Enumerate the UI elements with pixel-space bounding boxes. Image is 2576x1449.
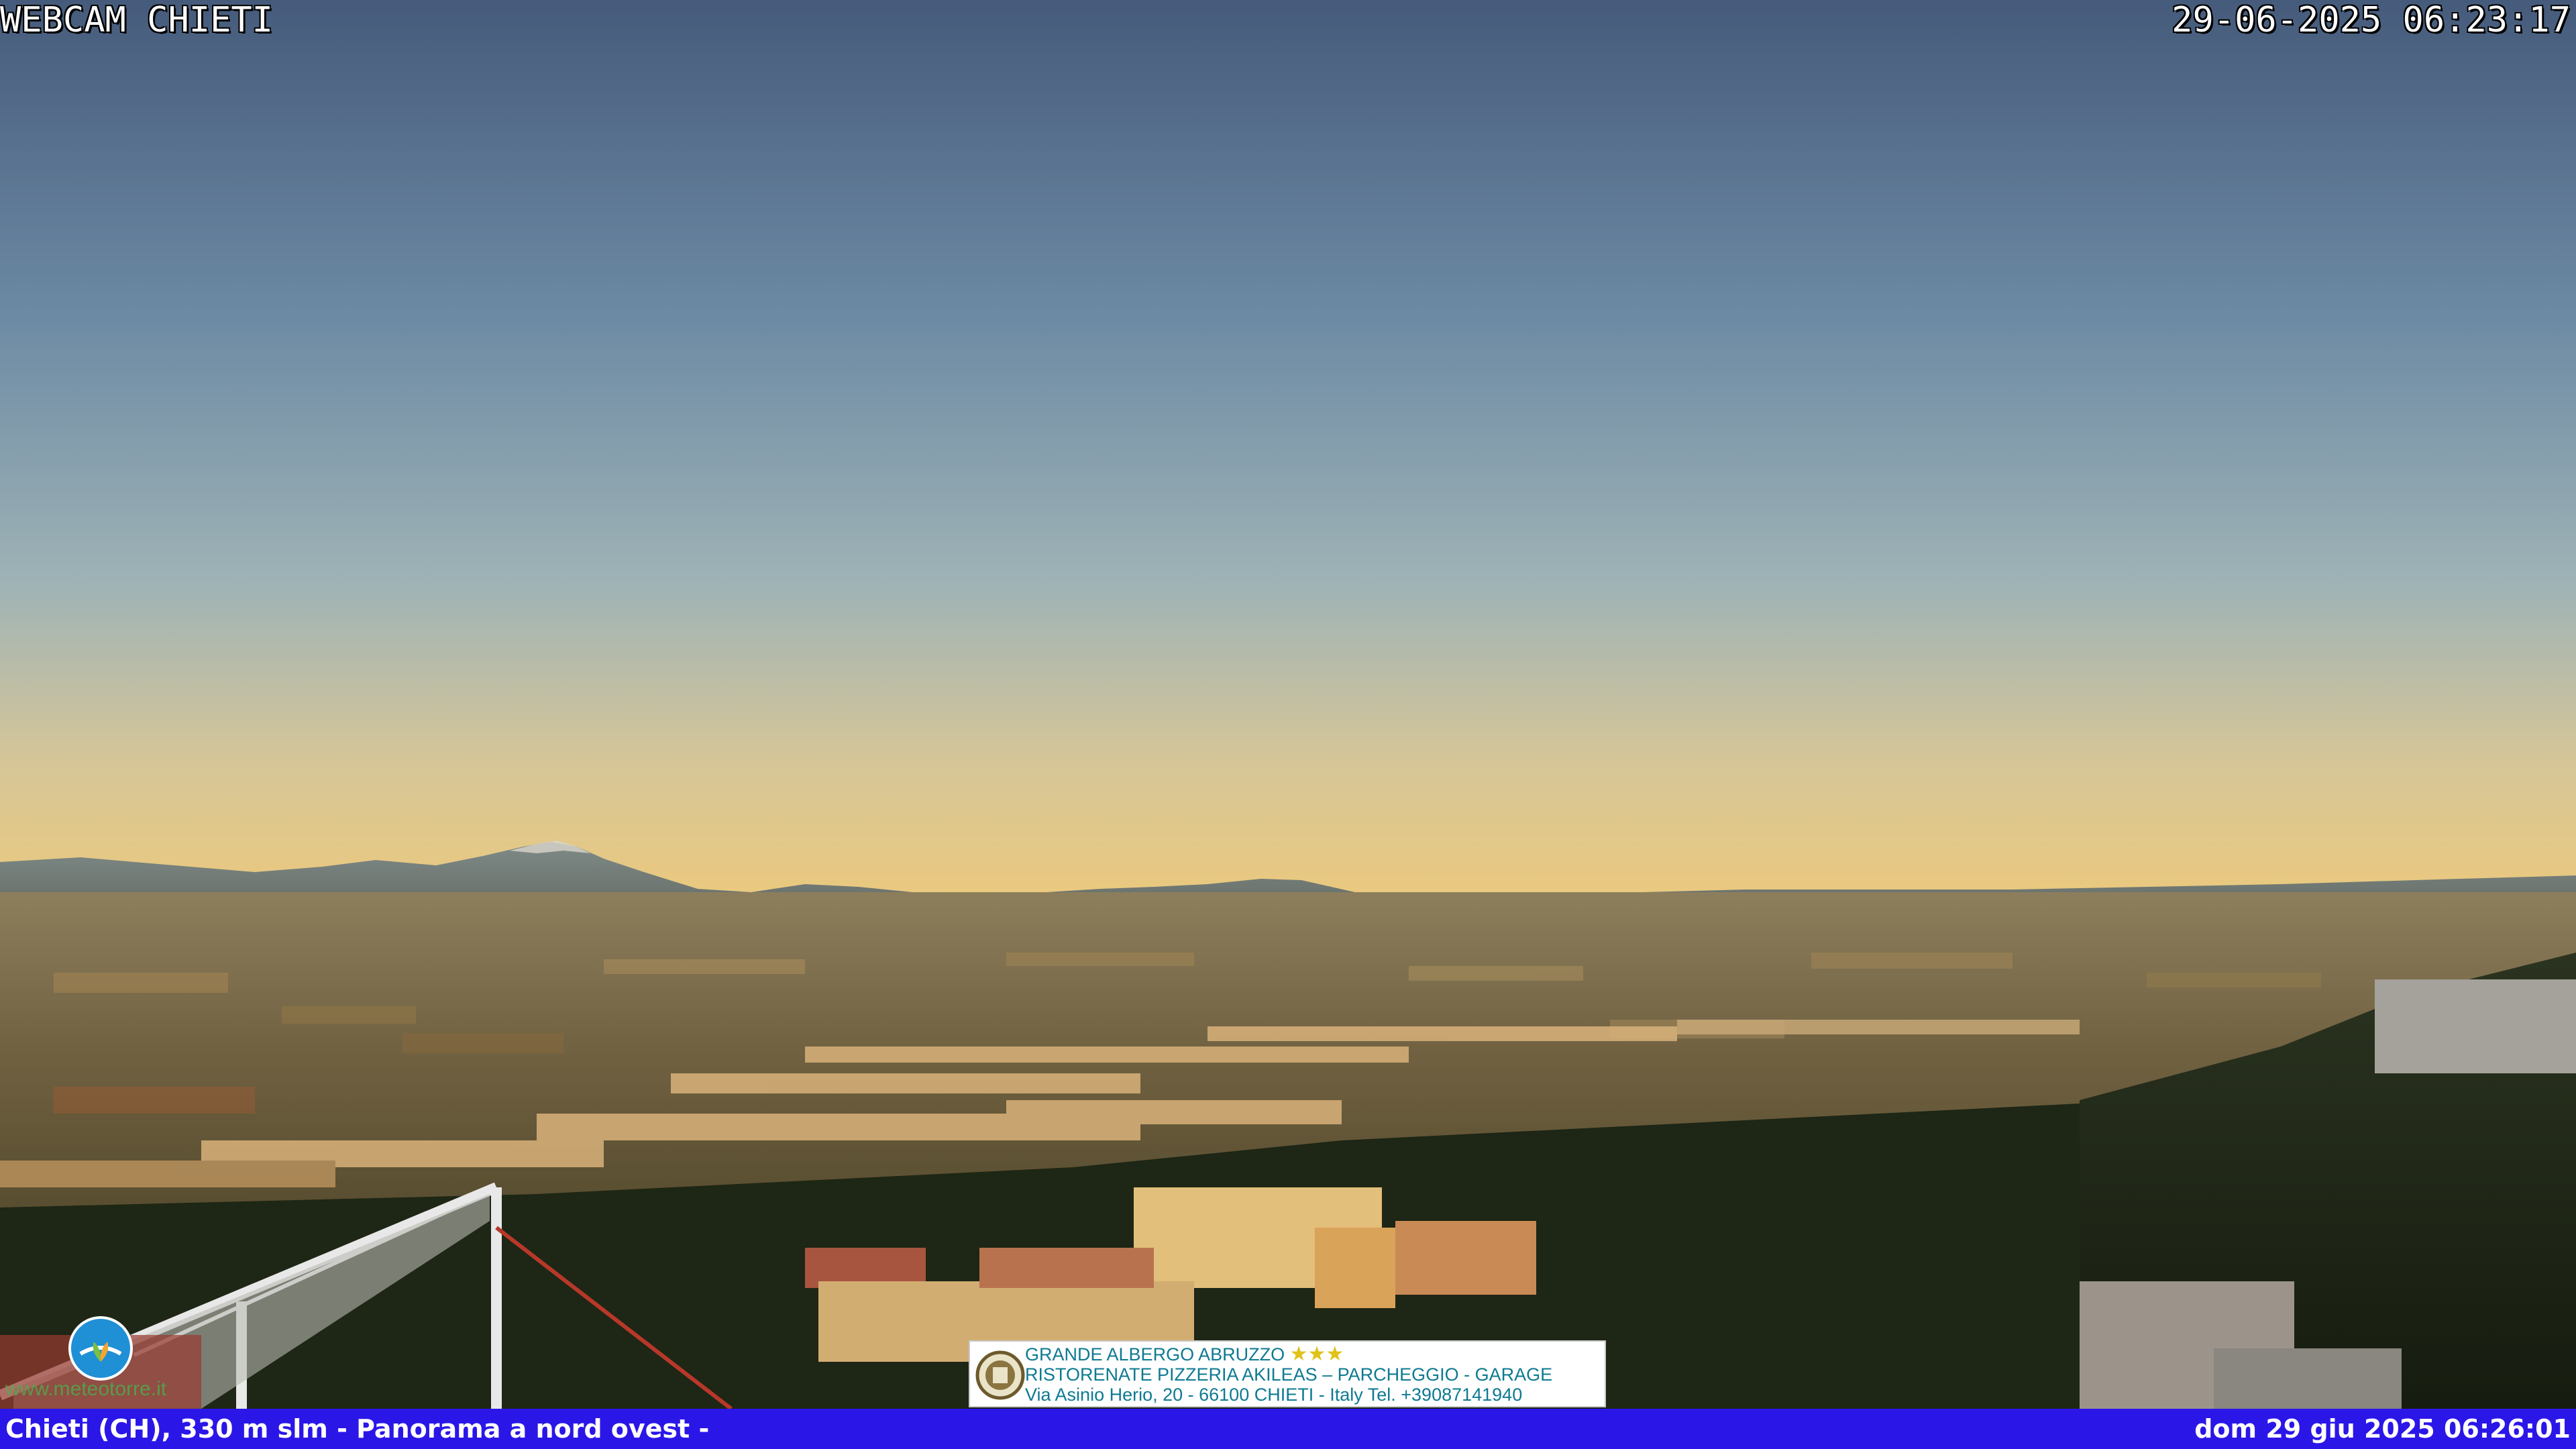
meteo-logo-icon bbox=[67, 1315, 134, 1382]
webcam-title: WEBCAM CHIETI bbox=[0, 0, 273, 40]
caption-bar: Chieti (CH), 330 m slm - Panorama a nord… bbox=[0, 1409, 2576, 1449]
location-caption: Chieti (CH), 330 m slm - Panorama a nord… bbox=[5, 1414, 710, 1444]
ad-line-address: Via Asinio Herio, 20 - 66100 CHIETI - It… bbox=[1025, 1385, 1523, 1405]
star-rating-icon: ★★★ bbox=[1289, 1343, 1344, 1365]
caption-datetime: dom 29 giu 2025 06:26:01 bbox=[2194, 1414, 2571, 1444]
ad-banner[interactable]: GRANDE ALBERGO ABRUZZO ★★★ RISTORENATE P… bbox=[969, 1340, 1606, 1407]
webcam-panorama-image bbox=[0, 0, 2576, 1449]
watermark-url: www.meteotorre.it bbox=[5, 1378, 167, 1400]
capture-timestamp: 29-06-2025 06:23:17 bbox=[2171, 0, 2571, 40]
ad-line-services: RISTORENATE PIZZERIA AKILEAS – PARCHEGGI… bbox=[1025, 1364, 1553, 1385]
sky bbox=[0, 0, 2576, 899]
ad-line-hotel: GRANDE ALBERGO ABRUZZO ★★★ bbox=[1025, 1343, 1344, 1365]
hotel-crest-icon bbox=[974, 1347, 1026, 1403]
